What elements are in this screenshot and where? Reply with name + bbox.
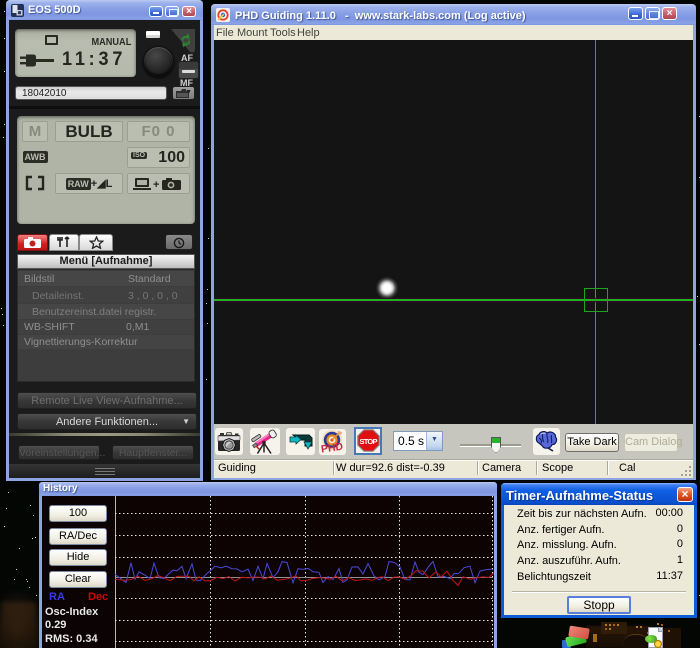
svg-text:+: +: [153, 179, 159, 191]
svg-text:PHD: PHD: [320, 441, 344, 454]
svg-text:STOP: STOP: [359, 437, 377, 446]
